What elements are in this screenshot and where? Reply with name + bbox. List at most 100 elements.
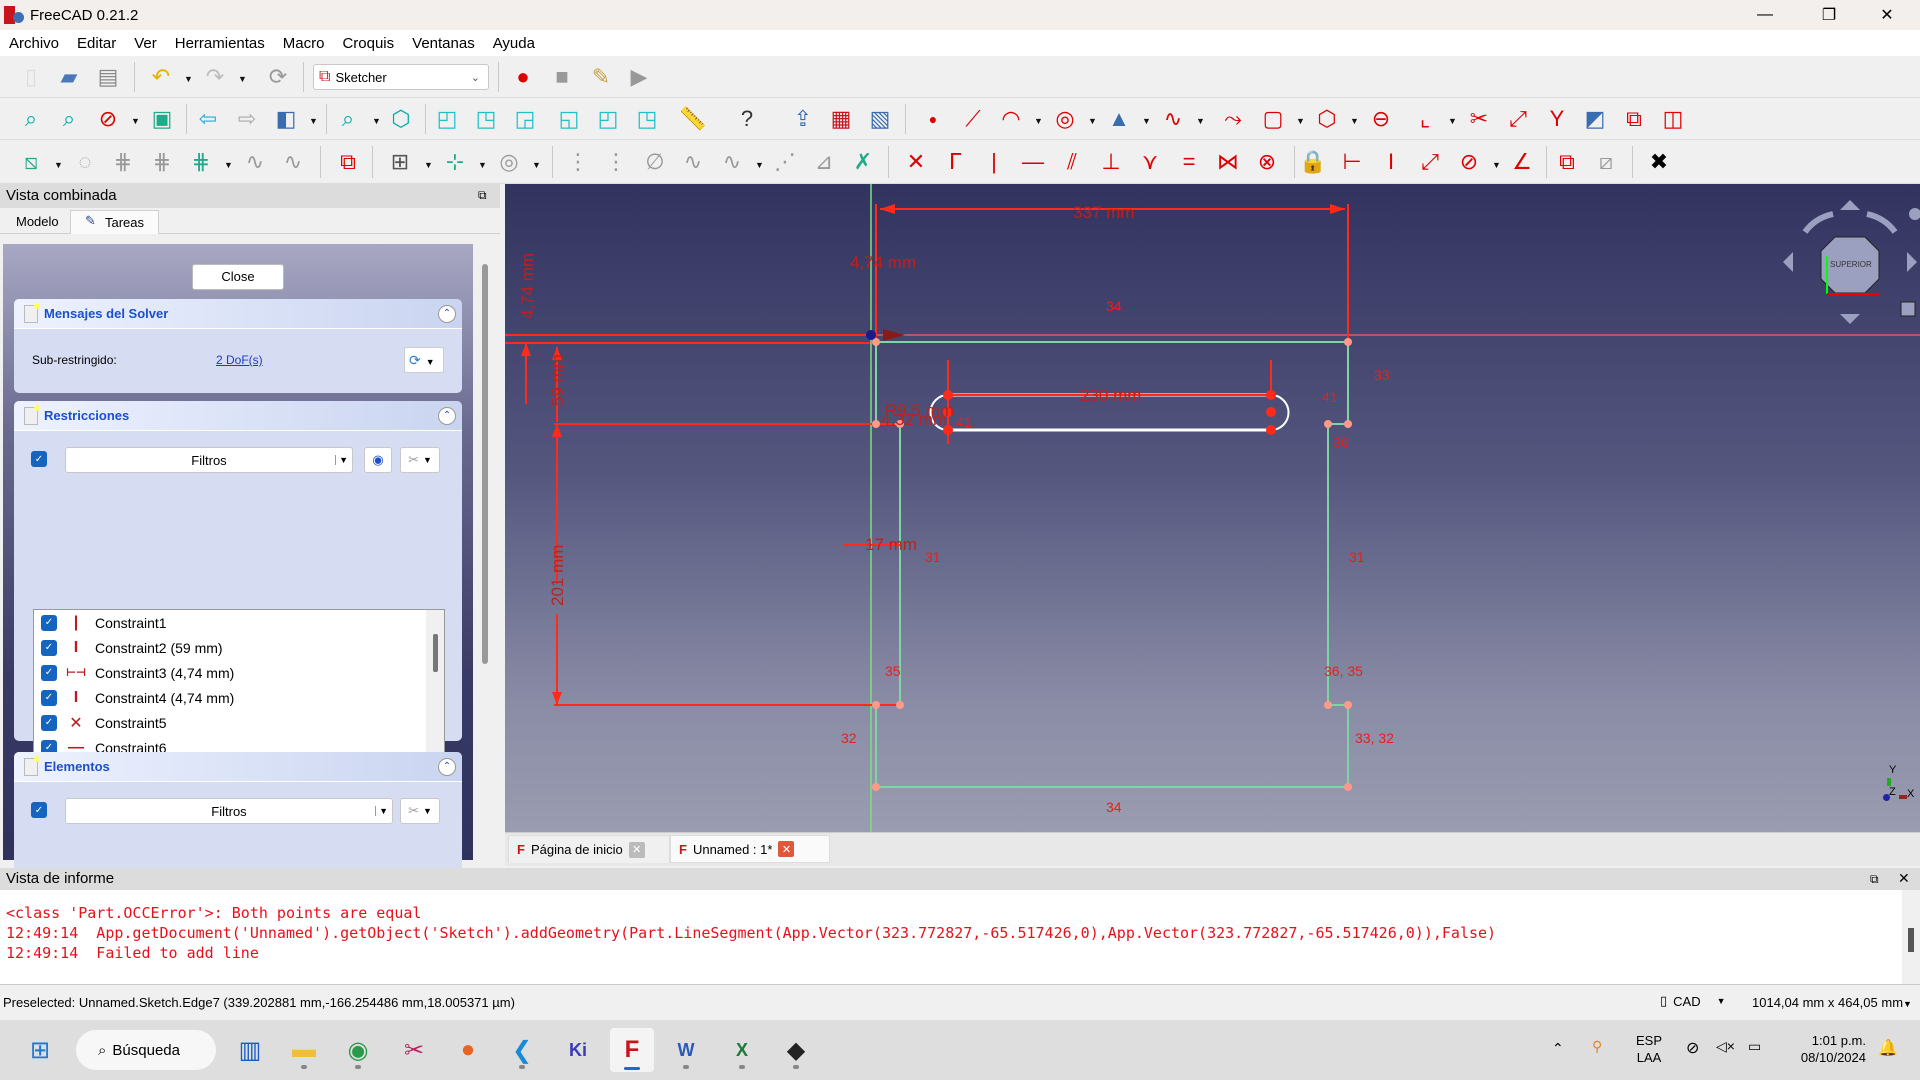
undo-dropdown-icon[interactable]: ▼ — [184, 74, 193, 84]
report-scrollbar[interactable] — [1902, 890, 1920, 984]
close-button[interactable]: Close — [192, 264, 284, 290]
view-right-icon[interactable]: ◲ — [510, 104, 540, 134]
refresh-solver-button[interactable]: ⟳ ▼ — [404, 347, 444, 373]
menu-croquis[interactable]: Croquis — [333, 35, 403, 52]
language-indicator[interactable]: ESP LAA — [1636, 1032, 1662, 1066]
constraint-lock-icon[interactable]: 🔒 — [1298, 147, 1328, 177]
constraint-row[interactable]: ✓ ⊢⊣ Constraint3 (4,74 mm) — [34, 660, 444, 685]
arc-dropdown-icon[interactable]: ▼ — [1034, 116, 1043, 126]
remove-axes-icon[interactable]: ⋕ — [147, 147, 177, 177]
validate-sketch-icon[interactable]: ⧅ — [16, 147, 46, 177]
close-tab-icon[interactable]: ✕ — [778, 841, 795, 857]
view-left-icon[interactable]: ◳ — [632, 104, 662, 134]
measure-icon[interactable]: 📏 — [678, 104, 708, 134]
collapse-icon[interactable]: ⌃ — [438, 407, 456, 425]
elements-select-all-checkbox[interactable]: ✓ — [31, 802, 47, 818]
network-icon[interactable]: ⊘ — [1686, 1038, 1699, 1058]
show-dof-icon[interactable]: ⋕ — [108, 147, 138, 177]
menu-archivo[interactable]: Archivo — [0, 35, 68, 52]
macro-record-icon[interactable]: ● — [508, 62, 538, 92]
new-document-icon[interactable]: ▯ — [16, 62, 46, 92]
view-front-icon[interactable]: ◰ — [432, 104, 462, 134]
file-explorer-app-icon[interactable]: ▬ — [282, 1028, 326, 1072]
tab-unnamed[interactable]: F Unnamed : 1* ✕ — [670, 835, 830, 863]
constraint-checkbox[interactable]: ✓ — [41, 614, 57, 631]
bspline-insert-icon[interactable]: ⊿ — [809, 147, 839, 177]
conic-dropdown-icon[interactable]: ▼ — [1142, 116, 1151, 126]
view-sync-icon[interactable]: ◧ — [271, 104, 301, 134]
view-dimensions-selector[interactable]: 1014,04 mm x 464,05 mm▼ — [1752, 995, 1912, 1010]
redo-icon[interactable]: ↷ — [200, 62, 230, 92]
rectangle-dropdown-icon[interactable]: ▼ — [1296, 116, 1305, 126]
show-hidden-icons[interactable]: ⌃ — [1552, 1040, 1564, 1057]
select-all-checkbox[interactable]: ✓ — [31, 451, 47, 467]
dof-link[interactable]: 2 DoF(s) — [216, 353, 263, 367]
kicad-app-icon[interactable]: Ki — [556, 1028, 600, 1072]
word-app-icon[interactable]: W — [664, 1028, 708, 1072]
close-sketch-icon[interactable]: ✖ — [1644, 147, 1674, 177]
constraint-radius-icon[interactable]: ⊘ — [1454, 147, 1484, 177]
bspline-weight-icon[interactable]: ∿ — [717, 147, 747, 177]
search-box[interactable]: ⌕ Búsqueda — [76, 1030, 216, 1070]
slot-icon[interactable]: ⊖ — [1366, 104, 1396, 134]
leave-sketch-icon[interactable]: ⇪ — [788, 104, 818, 134]
constraint-point-on-object-icon[interactable]: ᒥ — [940, 147, 970, 177]
bspline-dropdown-icon[interactable]: ▼ — [755, 160, 764, 170]
save-icon[interactable]: ▤ — [93, 62, 123, 92]
constraint-vertical-icon[interactable]: | — [979, 147, 1009, 177]
bspline-polygon-icon[interactable]: ⋮ — [601, 147, 631, 177]
extend-icon[interactable]: ⤢ — [1503, 104, 1533, 134]
snap-dropdown-icon[interactable]: ▼ — [478, 160, 487, 170]
tab-tareas[interactable]: ✎ Tareas — [70, 210, 160, 234]
menu-editar[interactable]: Editar — [68, 35, 125, 52]
close-panel-icon[interactable]: ✕ — [1898, 870, 1910, 887]
view-sketch-icon[interactable]: ▦ — [826, 104, 856, 134]
clone-icon[interactable]: ⧉ — [333, 147, 363, 177]
task-scrollbar[interactable] — [478, 244, 492, 860]
constraint-parallel-icon[interactable]: ⫽ — [1057, 147, 1087, 177]
menu-herramientas[interactable]: Herramientas — [166, 35, 274, 52]
visibility-button[interactable]: ◉ — [364, 447, 392, 473]
conic-icon[interactable]: ▲ — [1104, 104, 1134, 134]
settings-button[interactable]: ✂ ▼ — [400, 447, 440, 473]
navigation-style-selector[interactable]: ▯ CAD ▼ — [1660, 993, 1726, 1009]
macro-stop-icon[interactable]: ■ — [547, 62, 577, 92]
menu-ventanas[interactable]: Ventanas — [403, 35, 484, 52]
menu-ayuda[interactable]: Ayuda — [484, 35, 544, 52]
constraint-tangent-icon[interactable]: ⋎ — [1135, 147, 1165, 177]
open-folder-icon[interactable]: ▰ — [54, 62, 84, 92]
workbench-selector[interactable]: ⧉ Sketcher ⌄ — [313, 64, 489, 90]
rendering-order-icon[interactable]: ◎ — [494, 147, 524, 177]
constraint-row[interactable]: ✓ I Constraint4 (4,74 mm) — [34, 685, 444, 710]
tray-app-icon[interactable]: ⚲ — [1592, 1038, 1602, 1055]
external-geometry-icon[interactable]: ◩ — [1580, 104, 1610, 134]
toggle-active-icon[interactable]: ⧄ — [1591, 147, 1621, 177]
bounding-box-icon[interactable]: ▣ — [147, 104, 177, 134]
notification-bell-icon[interactable]: 🔔 — [1878, 1038, 1898, 1058]
constraint-checkbox[interactable]: ✓ — [41, 689, 57, 706]
draw-style-dropdown-icon[interactable]: ▼ — [131, 116, 140, 126]
validate-dropdown-icon[interactable]: ▼ — [54, 160, 63, 170]
constraint-checkbox[interactable]: ✓ — [41, 714, 57, 731]
zoom-dropdown-icon[interactable]: ▼ — [372, 116, 381, 126]
polygon-dropdown-icon[interactable]: ▼ — [1350, 116, 1359, 126]
volume-muted-icon[interactable]: ◁× — [1716, 1038, 1735, 1055]
constraint-angle-icon[interactable]: ∠ — [1507, 147, 1537, 177]
restore-internal-icon[interactable]: ⋕ — [186, 147, 216, 177]
grid-dropdown-icon[interactable]: ▼ — [424, 160, 433, 170]
freecad-app-icon[interactable]: F — [610, 1028, 654, 1072]
constraint-row[interactable]: ✓ ✕ Constraint5 — [34, 710, 444, 735]
draw-style-icon[interactable]: ⊘ — [93, 104, 123, 134]
rendering-dropdown-icon[interactable]: ▼ — [532, 160, 541, 170]
view-rear-icon[interactable]: ◱ — [554, 104, 584, 134]
snipping-tool-app-icon[interactable]: ✂ — [392, 1028, 436, 1072]
constraint-distance-icon[interactable]: ⤢ — [1415, 147, 1445, 177]
constraint-vertical-distance-icon[interactable]: I — [1376, 147, 1406, 177]
rectangle-icon[interactable]: ▢ — [1258, 104, 1288, 134]
3d-viewport[interactable]: 337 mm 4,74 mm 4,74 mm 59 mm 201 mm 230 … — [505, 184, 1920, 832]
fit-selection-icon[interactable]: ⌕ — [54, 104, 84, 134]
restore-dropdown-icon[interactable]: ▼ — [224, 160, 233, 170]
polyline-icon[interactable]: ⤳ — [1218, 104, 1248, 134]
excel-app-icon[interactable]: X — [720, 1028, 764, 1072]
inkscape-app-icon[interactable]: ◆ — [774, 1028, 818, 1072]
